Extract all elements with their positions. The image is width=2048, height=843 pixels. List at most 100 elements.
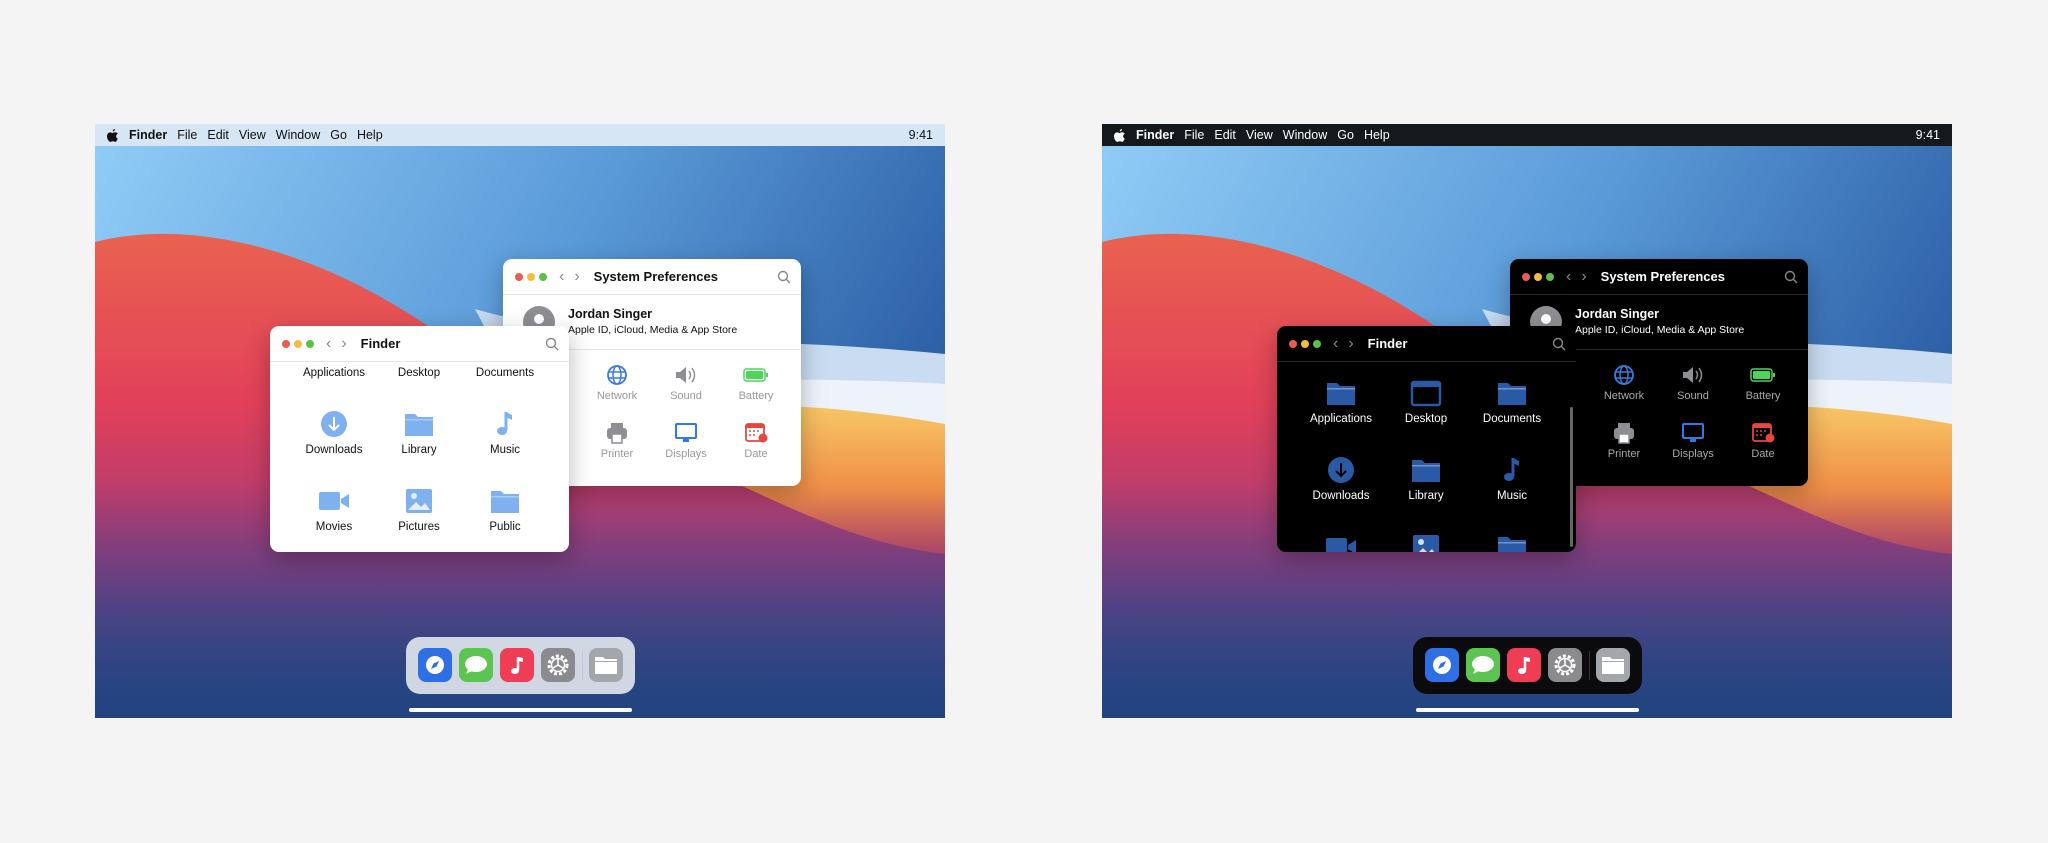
- finder-item-movies[interactable]: Movies: [291, 487, 377, 533]
- title-bar: ‹ › Finder: [270, 326, 569, 362]
- menu-item-file[interactable]: File: [1184, 128, 1204, 142]
- back-chevron-icon[interactable]: ‹: [1333, 335, 1338, 353]
- dock-app-music[interactable]: [1507, 648, 1541, 682]
- menu-item-file[interactable]: File: [177, 128, 197, 142]
- profile-name: Jordan Singer: [1575, 307, 1660, 321]
- search-icon[interactable]: [1552, 337, 1566, 351]
- finder-item-label: Downloads: [305, 444, 363, 456]
- pref-sound[interactable]: Sound: [1658, 364, 1728, 402]
- forward-chevron-icon[interactable]: ›: [341, 335, 346, 353]
- finder-item-documents[interactable]: Documents: [462, 362, 548, 379]
- finder-item-label: Desktop: [1404, 413, 1448, 425]
- globe-icon: [1614, 365, 1634, 385]
- finder-item-pictures[interactable]: Pictures: [376, 487, 462, 533]
- menu-item-view[interactable]: View: [239, 128, 266, 142]
- finder-item-downloads[interactable]: Downloads: [291, 410, 377, 456]
- apple-menu-icon[interactable]: [1114, 128, 1128, 142]
- search-icon[interactable]: [1784, 270, 1798, 284]
- title-bar: ‹ › Finder: [1277, 326, 1576, 362]
- finder-item-desktop[interactable]: Desktop: [376, 362, 462, 379]
- menu-item-window[interactable]: Window: [1283, 128, 1327, 142]
- dock-app-safari[interactable]: [1425, 648, 1459, 682]
- finder-item-library[interactable]: Library: [1383, 456, 1469, 502]
- pref-label: Displays: [665, 448, 707, 460]
- finder-item-library[interactable]: Library: [376, 410, 462, 456]
- menu-item-edit[interactable]: Edit: [1214, 128, 1236, 142]
- menu-item-view[interactable]: View: [1246, 128, 1273, 142]
- finder-item-music[interactable]: Music: [1469, 456, 1555, 502]
- menu-item-help[interactable]: Help: [357, 128, 383, 142]
- back-chevron-icon[interactable]: ‹: [559, 268, 564, 286]
- dock-app-files[interactable]: [1596, 648, 1630, 682]
- dock-app-messages[interactable]: [459, 648, 493, 682]
- finder-item-documents[interactable]: Documents: [1469, 379, 1555, 425]
- home-indicator[interactable]: [409, 708, 632, 712]
- menu-item-finder[interactable]: Finder: [1136, 128, 1174, 142]
- finder-item-music[interactable]: Music: [462, 410, 548, 456]
- dock: [406, 637, 635, 694]
- close-button[interactable]: [1289, 339, 1297, 348]
- minimize-button[interactable]: [1301, 339, 1309, 348]
- finder-item-public[interactable]: Public: [1469, 533, 1555, 552]
- video-camera-icon: [1326, 538, 1356, 552]
- minimize-button[interactable]: [1534, 272, 1542, 281]
- menu-item-edit[interactable]: Edit: [207, 128, 229, 142]
- folder-icon: [1412, 460, 1440, 482]
- menu-item-window[interactable]: Window: [276, 128, 320, 142]
- pref-displays[interactable]: Displays: [651, 422, 721, 460]
- apple-menu-icon[interactable]: [107, 128, 121, 142]
- pref-network[interactable]: Network: [1589, 364, 1659, 402]
- menu-item-go[interactable]: Go: [330, 128, 347, 142]
- pref-date[interactable]: Date: [721, 422, 791, 460]
- dock-app-settings[interactable]: [541, 648, 575, 682]
- pref-printer[interactable]: Printer: [1589, 422, 1659, 460]
- finder-item-label: Music: [1496, 490, 1528, 502]
- forward-chevron-icon[interactable]: ›: [1348, 335, 1353, 353]
- forward-chevron-icon[interactable]: ›: [574, 268, 579, 286]
- zoom-button[interactable]: [539, 272, 547, 281]
- minimize-button[interactable]: [527, 272, 535, 281]
- finder-item-movies[interactable]: Movies: [1298, 533, 1384, 552]
- calendar-icon: [745, 423, 768, 443]
- menu-item-go[interactable]: Go: [1337, 128, 1354, 142]
- zoom-button[interactable]: [1546, 272, 1554, 281]
- close-button[interactable]: [1522, 272, 1530, 281]
- close-button[interactable]: [515, 272, 523, 281]
- finder-item-downloads[interactable]: Downloads: [1298, 456, 1384, 502]
- forward-chevron-icon[interactable]: ›: [1581, 268, 1586, 286]
- menu-item-finder[interactable]: Finder: [129, 128, 167, 142]
- finder-item-public[interactable]: Public: [462, 487, 548, 533]
- search-icon[interactable]: [777, 270, 791, 284]
- calendar-icon: [1752, 423, 1775, 443]
- dock-app-settings[interactable]: [1548, 648, 1582, 682]
- zoom-button[interactable]: [306, 339, 314, 348]
- back-chevron-icon[interactable]: ‹: [1566, 268, 1571, 286]
- window-title: Finder: [360, 336, 401, 351]
- folder-icon: [595, 657, 617, 674]
- close-button[interactable]: [282, 339, 290, 348]
- finder-item-pictures[interactable]: Pictures: [1383, 533, 1469, 552]
- finder-item-applications[interactable]: Applications: [291, 362, 377, 379]
- finder-item-label: Downloads: [1312, 490, 1370, 502]
- finder-item-label: Library: [401, 444, 437, 456]
- menu-item-help[interactable]: Help: [1364, 128, 1390, 142]
- finder-item-applications[interactable]: Applications: [1298, 379, 1384, 425]
- scrollbar[interactable]: [1570, 407, 1573, 547]
- home-indicator[interactable]: [1416, 708, 1639, 712]
- dock-app-music[interactable]: [500, 648, 534, 682]
- pref-battery[interactable]: Battery: [1728, 364, 1798, 402]
- finder-item-desktop[interactable]: Desktop: [1383, 379, 1469, 425]
- pref-printer[interactable]: Printer: [582, 422, 652, 460]
- search-icon[interactable]: [545, 337, 559, 351]
- zoom-button[interactable]: [1313, 339, 1321, 348]
- pref-battery[interactable]: Battery: [721, 364, 791, 402]
- dock-app-safari[interactable]: [418, 648, 452, 682]
- pref-network[interactable]: Network: [582, 364, 652, 402]
- back-chevron-icon[interactable]: ‹: [326, 335, 331, 353]
- pref-displays[interactable]: Displays: [1658, 422, 1728, 460]
- dock-app-files[interactable]: [589, 648, 623, 682]
- pref-date[interactable]: Date: [1728, 422, 1798, 460]
- pref-sound[interactable]: Sound: [651, 364, 721, 402]
- minimize-button[interactable]: [294, 339, 302, 348]
- dock-app-messages[interactable]: [1466, 648, 1500, 682]
